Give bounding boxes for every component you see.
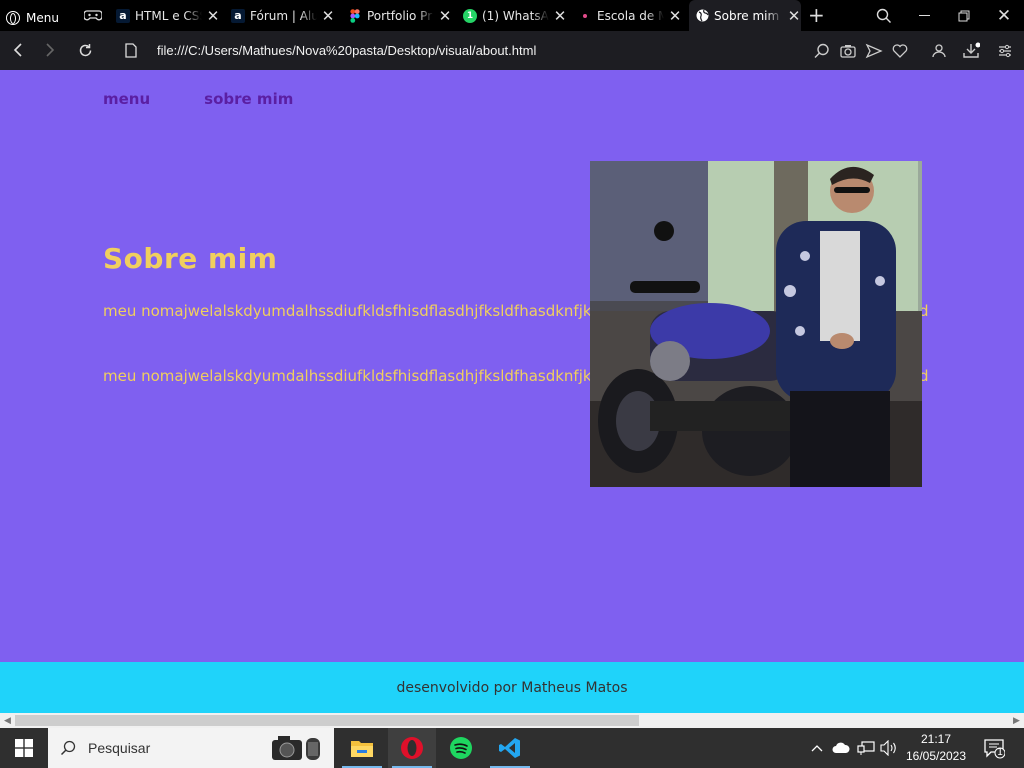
download-icon[interactable]	[962, 42, 980, 60]
tab-forum-alura[interactable]: a Fórum | Alura ✕	[231, 0, 335, 31]
close-tab-icon[interactable]: ✕	[206, 7, 220, 25]
scrollbar-thumb[interactable]	[15, 715, 639, 726]
tab-title: Escola de M	[597, 8, 664, 23]
tab-title: (1) WhatsApp	[482, 8, 549, 23]
easy-setup-icon[interactable]	[996, 42, 1014, 60]
tab-title: Portfolio Pr	[367, 8, 433, 23]
spotify-icon[interactable]	[437, 728, 485, 768]
tab-sobre-mim[interactable]: Sobre mim ✕	[689, 0, 801, 31]
scroll-right-arrow-icon[interactable]: ▶	[1009, 713, 1024, 728]
system-clock[interactable]: 21:17 16/05/2023	[902, 731, 970, 765]
windows-start-icon[interactable]	[0, 728, 48, 768]
page-search-icon[interactable]	[813, 42, 831, 60]
nav-link-sobre-mim[interactable]: sobre mim	[204, 90, 293, 108]
new-tab-plus-icon[interactable]: +	[808, 3, 825, 27]
url-field[interactable]: file:///C:/Users/Mathues/Nova%20pasta/De…	[157, 43, 536, 58]
windows-taskbar: Pesquisar 21:17 16/05/2023 1	[0, 728, 1024, 768]
file-explorer-icon[interactable]	[338, 728, 386, 768]
tab-portfolio[interactable]: Portfolio Pr ✕	[348, 0, 452, 31]
search-tabs-icon[interactable]	[866, 0, 902, 31]
volume-icon[interactable]	[878, 728, 900, 768]
alura-favicon-icon: a	[116, 8, 130, 23]
snapshot-camera-icon[interactable]	[839, 42, 857, 60]
clock-date: 16/05/2023	[905, 749, 967, 763]
opera-browser-icon[interactable]	[388, 728, 436, 768]
site-nav: menu sobre mim	[103, 90, 293, 108]
opera-menu-label: Menu	[26, 11, 59, 25]
network-icon[interactable]	[855, 728, 877, 768]
onedrive-cloud-icon[interactable]	[830, 728, 852, 768]
taskbar-search-box[interactable]: Pesquisar	[48, 728, 334, 768]
figma-favicon-icon	[348, 8, 362, 23]
globe-favicon-icon	[695, 9, 709, 23]
vscode-icon[interactable]	[486, 728, 534, 768]
opera-menu-button[interactable]: Menu	[6, 8, 59, 28]
tab-html-css[interactable]: a HTML e CSS ✕	[116, 0, 220, 31]
horizontal-scrollbar[interactable]: ◀ ▶	[0, 713, 1024, 728]
scroll-left-arrow-icon[interactable]: ◀	[0, 713, 15, 728]
clock-time: 21:17	[920, 732, 952, 746]
close-tab-icon[interactable]: ✕	[668, 7, 682, 25]
notification-count: 1	[996, 747, 1004, 758]
opera-logo-icon	[6, 11, 20, 25]
minimize-icon[interactable]	[906, 0, 942, 31]
footer-credit: desenvolvido por Matheus Matos	[396, 679, 628, 696]
tab-escola[interactable]: Escola de M ✕	[578, 0, 682, 31]
show-hidden-icons-chevron-icon[interactable]	[808, 728, 826, 768]
notification-center-icon[interactable]: 1	[980, 728, 1008, 768]
gamepad-icon[interactable]	[84, 8, 102, 22]
send-icon[interactable]	[865, 42, 883, 60]
camera-search-highlight-icon[interactable]	[268, 730, 328, 768]
profile-photo	[590, 161, 922, 487]
heart-icon[interactable]	[891, 42, 909, 60]
close-tab-icon[interactable]: ✕	[787, 7, 801, 25]
nav-link-menu[interactable]: menu	[103, 90, 150, 108]
page-body: menu sobre mim Sobre mim meu nomajwelals…	[0, 70, 1024, 713]
file-page-icon	[121, 40, 141, 60]
alura-favicon-icon: a	[231, 8, 245, 23]
tab-title: Fórum | Alura	[250, 8, 317, 23]
page-title: Sobre mim	[103, 242, 278, 275]
browser-tab-strip: Menu a HTML e CSS ✕ a Fórum | Alura ✕ Po…	[0, 0, 1024, 31]
search-icon	[48, 740, 88, 756]
tab-title: Sobre mim	[714, 8, 780, 23]
profile-icon[interactable]	[930, 42, 948, 60]
dot-favicon-icon	[578, 9, 592, 23]
forward-icon[interactable]	[40, 40, 60, 60]
back-icon[interactable]	[8, 40, 28, 60]
restore-icon[interactable]	[946, 0, 982, 31]
tab-whatsapp[interactable]: 1 (1) WhatsApp ✕	[463, 0, 567, 31]
close-tab-icon[interactable]: ✕	[438, 7, 452, 25]
address-bar: file:///C:/Users/Mathues/Nova%20pasta/De…	[0, 31, 1024, 70]
tab-title: HTML e CSS	[135, 8, 202, 23]
close-tab-icon[interactable]: ✕	[553, 7, 567, 25]
close-tab-icon[interactable]: ✕	[321, 7, 335, 25]
page-footer: desenvolvido por Matheus Matos	[0, 662, 1024, 713]
reload-icon[interactable]	[75, 40, 95, 60]
search-placeholder: Pesquisar	[88, 740, 151, 756]
close-window-icon[interactable]: ✕	[986, 0, 1022, 31]
whatsapp-favicon-icon: 1	[463, 8, 477, 23]
